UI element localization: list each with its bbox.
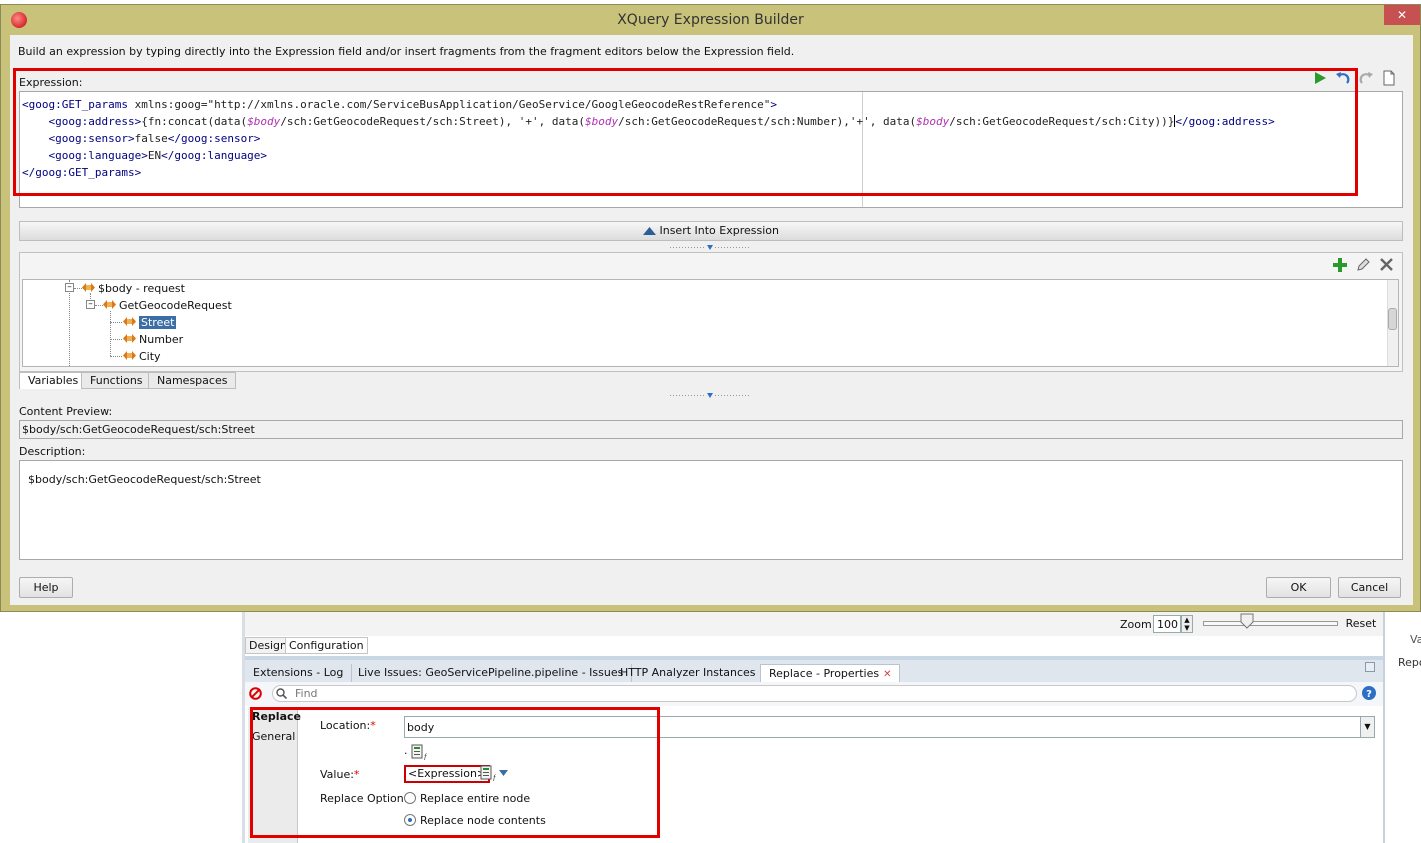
tree-node-number[interactable]: Number	[123, 333, 183, 346]
tab-replace-properties[interactable]: Replace - Properties ✕	[760, 664, 901, 684]
bottom-panel-tabs: Extensions - Log Live Issues: GeoService…	[245, 656, 1383, 684]
dialog-title: XQuery Expression Builder	[617, 12, 804, 28]
tree-node-label: Number	[139, 333, 184, 346]
tree-node-label-selected: Street	[139, 316, 177, 329]
redo-icon[interactable]	[1358, 70, 1374, 86]
new-document-icon[interactable]	[1381, 70, 1397, 86]
tree-guide	[95, 305, 103, 306]
minimize-panel-icon[interactable]	[1365, 662, 1375, 672]
tab-live-issues[interactable]: Live Issues: GeoServicePipeline.pipeline…	[350, 664, 633, 684]
tree-scrollbar-thumb[interactable]	[1388, 308, 1397, 330]
tree-guide	[110, 322, 122, 323]
right-panel-tab-fragment[interactable]: Repo	[1398, 656, 1421, 669]
tree-node-body[interactable]: $body - request	[82, 282, 185, 295]
close-tab-icon[interactable]: ✕	[883, 669, 891, 680]
reset-zoom-button[interactable]: Reset	[1340, 614, 1382, 634]
insert-into-expression-label: Insert Into Expression	[659, 224, 779, 237]
content-preview-label: Content Preview:	[19, 405, 113, 418]
location-dropdown-arrow[interactable]: ▼	[1360, 716, 1375, 738]
tab-functions[interactable]: Functions	[81, 372, 152, 389]
element-node-icon	[82, 283, 95, 292]
ok-button[interactable]: OK	[1266, 577, 1331, 598]
element-node-icon	[123, 334, 136, 343]
tree-node-label: City	[139, 350, 161, 363]
tree-node-street[interactable]: Street	[123, 316, 177, 329]
description-label: Description:	[19, 445, 86, 458]
chevron-up-icon	[642, 227, 656, 235]
tree-node-label: GetGeocodeRequest	[119, 299, 232, 312]
help-icon[interactable]: ?	[1361, 685, 1377, 701]
zoom-input[interactable]: 100	[1153, 615, 1181, 633]
tree-guide	[69, 280, 70, 366]
instruction-text: Build an expression by typing directly i…	[18, 45, 795, 58]
tab-extensions-log[interactable]: Extensions - Log	[245, 664, 353, 684]
tab-configuration[interactable]: Configuration	[285, 637, 368, 654]
tab-http-analyzer[interactable]: HTTP Analyzer Instances	[612, 664, 765, 684]
element-node-icon	[123, 317, 136, 326]
tab-variables[interactable]: Variables	[19, 372, 88, 389]
tree-node-getgeocoderequest[interactable]: GetGeocodeRequest	[103, 299, 232, 312]
tree-guide	[110, 356, 122, 357]
insert-into-expression-button[interactable]: Insert Into Expression	[19, 221, 1403, 241]
tree-node-city[interactable]: City	[123, 350, 161, 363]
close-icon[interactable]: ✕	[1384, 5, 1420, 25]
tree-node-label: $body - request	[98, 282, 185, 295]
cancel-button[interactable]: Cancel	[1338, 577, 1401, 598]
highlight-box-expression	[13, 68, 1358, 196]
tab-namespaces[interactable]: Namespaces	[148, 372, 237, 389]
find-input[interactable]: Find	[272, 685, 1357, 702]
collapse-toggle[interactable]: –	[86, 300, 95, 309]
zoom-spinner[interactable]: ▲ ▼	[1181, 615, 1193, 633]
right-panel-fragment: Va	[1410, 633, 1421, 646]
element-node-icon	[103, 300, 116, 309]
splitter-grip[interactable]	[670, 245, 750, 250]
stop-icon[interactable]	[249, 687, 262, 700]
highlight-box-properties	[250, 707, 660, 838]
element-node-icon	[123, 351, 136, 360]
tree-guide	[110, 339, 122, 340]
collapse-toggle[interactable]: –	[65, 283, 74, 292]
dialog-titlebar[interactable]: XQuery Expression Builder ✕	[1, 5, 1420, 35]
search-icon	[276, 688, 287, 699]
add-icon[interactable]	[1333, 258, 1347, 272]
tab-replace-properties-label: Replace - Properties	[769, 667, 880, 680]
description-field: $body/sch:GetGeocodeRequest/sch:Street	[19, 460, 1403, 560]
svg-text:?: ?	[1366, 689, 1372, 700]
tree-guide	[110, 311, 111, 356]
ide-right-divider	[1383, 612, 1385, 843]
edit-pencil-icon[interactable]	[1356, 258, 1370, 272]
splitter-grip[interactable]	[670, 393, 750, 398]
tree-guide	[74, 288, 82, 289]
delete-icon[interactable]	[1380, 258, 1393, 271]
zoom-label: Zoom:	[1120, 618, 1156, 631]
content-preview-field: $body/sch:GetGeocodeRequest/sch:Street	[19, 420, 1403, 439]
help-button[interactable]: Help	[19, 577, 73, 598]
zoom-slider[interactable]	[1203, 621, 1338, 626]
zoom-slider-thumb[interactable]	[1240, 613, 1254, 629]
app-icon	[11, 12, 27, 28]
variables-tree[interactable]	[22, 279, 1399, 367]
